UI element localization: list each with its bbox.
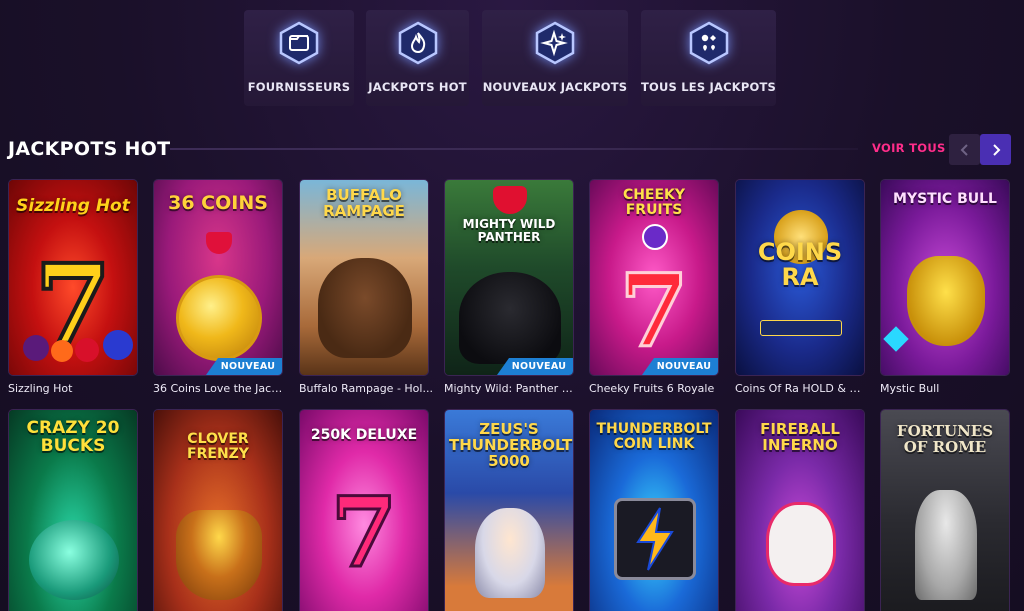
game-title: Mighty Wild: Panther G... bbox=[444, 382, 578, 395]
gold-pot-icon bbox=[176, 510, 262, 600]
game-logo: MIGHTY WILD PANTHER bbox=[462, 217, 556, 244]
game-title: Mystic Bull bbox=[880, 382, 940, 395]
card-suits-icon bbox=[686, 20, 732, 66]
category-hot-jackpots[interactable]: JACKPOTS HOT bbox=[366, 10, 469, 106]
cherry-icon bbox=[75, 338, 99, 362]
category-label: TOUS LES JACKPOTS bbox=[641, 80, 776, 94]
game-card-clover-frenzy[interactable]: CLOVER FRENZY bbox=[153, 409, 283, 611]
panther-figure bbox=[459, 272, 561, 364]
game-card-250k-deluxe[interactable]: 250K DELUXE 7 bbox=[299, 409, 429, 611]
game-logo: 250K DELUXE bbox=[310, 427, 418, 443]
carousel-next-button[interactable] bbox=[980, 134, 1011, 165]
game-card-thunderbolt-coin-link[interactable]: THUNDERBOLT COIN LINK bbox=[589, 409, 719, 611]
game-logo: MYSTIC BULL bbox=[893, 191, 997, 207]
section-divider bbox=[170, 148, 858, 150]
game-logo: FIREBALL INFERNO bbox=[760, 420, 840, 454]
game-logo: Sizzling Hot bbox=[16, 196, 130, 216]
game-card-cheeky-fruits[interactable]: CHEEKY FRUITS 7 NOUVEAU bbox=[589, 179, 719, 376]
category-nav: FOURNISSEURS JACKPOTS HOT NOUVEAUX JACKP… bbox=[0, 10, 1024, 106]
game-logo: CHEEKY FRUITS bbox=[622, 187, 686, 218]
seven-symbol: 7 bbox=[329, 475, 399, 591]
game-card-36-coins[interactable]: 36 COINS NOUVEAU bbox=[153, 179, 283, 376]
game-title: Sizzling Hot bbox=[8, 382, 73, 395]
golden-bull-figure bbox=[907, 256, 985, 346]
new-badge: NOUVEAU bbox=[206, 358, 282, 375]
gold-coin-icon bbox=[176, 275, 262, 361]
game-logo: THUNDERBOLT COIN LINK bbox=[596, 421, 712, 452]
category-providers[interactable]: FOURNISSEURS bbox=[244, 10, 354, 106]
game-card-mystic-bull[interactable]: MYSTIC BULL bbox=[880, 179, 1010, 376]
game-card-fortunes-of-rome[interactable]: FORTUNES OF ROME bbox=[880, 409, 1010, 611]
lightning-bolt-icon bbox=[636, 507, 674, 571]
orange-icon bbox=[51, 340, 73, 362]
game-card-buffalo-rampage[interactable]: BUFFALO RAMPAGE bbox=[299, 179, 429, 376]
game-logo: CLOVER FRENZY bbox=[187, 431, 249, 462]
game-card-sizzling-hot[interactable]: Sizzling Hot 7 bbox=[8, 179, 138, 376]
zeus-figure bbox=[475, 508, 545, 598]
game-logo: 36 COINS bbox=[168, 192, 268, 214]
game-card-zeus-thunderbolt[interactable]: ZEUS'S THUNDERBOLT 5000 bbox=[444, 409, 574, 611]
flame-icon bbox=[395, 20, 441, 66]
sugar-skull-figure bbox=[766, 502, 836, 586]
carousel-prev-button[interactable] bbox=[949, 134, 980, 165]
game-logo: ZEUS'S THUNDERBOLT 5000 bbox=[449, 420, 573, 470]
category-new-jackpots[interactable]: NOUVEAUX JACKPOTS bbox=[482, 10, 628, 106]
new-badge: NOUVEAU bbox=[642, 358, 718, 375]
section-title: JACKPOTS HOT bbox=[8, 138, 171, 160]
sparkle-icon bbox=[532, 20, 578, 66]
see-all-link[interactable]: VOIR TOUS bbox=[872, 141, 946, 155]
seven-symbol: 7 bbox=[618, 251, 691, 372]
game-card-coins-of-ra[interactable]: COINS RA bbox=[735, 179, 865, 376]
game-title: Coins Of Ra HOLD & WIN bbox=[735, 382, 869, 395]
hold-win-plate bbox=[760, 320, 842, 336]
glass-orb bbox=[29, 520, 119, 600]
chevron-right-icon bbox=[992, 143, 1000, 156]
category-label: JACKPOTS HOT bbox=[368, 80, 467, 94]
game-title: 36 Coins Love the Jack... bbox=[153, 382, 287, 395]
game-card-fireball-inferno[interactable]: FIREBALL INFERNO bbox=[735, 409, 865, 611]
new-badge: NOUVEAU bbox=[497, 358, 573, 375]
game-logo: FORTUNES OF ROME bbox=[896, 422, 994, 456]
game-logo: CRAZY 20 BUCKS bbox=[26, 418, 120, 456]
game-logo: BUFFALO RAMPAGE bbox=[323, 186, 405, 220]
six-badge-icon bbox=[642, 224, 668, 250]
category-all-jackpots[interactable]: TOUS LES JACKPOTS bbox=[641, 10, 776, 106]
grapes-icon bbox=[103, 330, 133, 360]
game-title: Buffalo Rampage - Hol... bbox=[299, 382, 433, 395]
game-logo: COINS RA bbox=[757, 238, 843, 292]
chevron-left-icon bbox=[960, 143, 968, 156]
game-card-mighty-wild-panther[interactable]: MIGHTY WILD PANTHER NOUVEAU bbox=[444, 179, 574, 376]
folder-icon bbox=[276, 20, 322, 66]
statue-figure bbox=[915, 490, 977, 600]
game-title: Cheeky Fruits 6 Royale bbox=[589, 382, 715, 395]
category-label: NOUVEAUX JACKPOTS bbox=[482, 80, 628, 94]
category-label: FOURNISSEURS bbox=[247, 80, 351, 94]
buffalo-figure bbox=[318, 258, 412, 358]
plum-icon bbox=[23, 335, 49, 361]
game-card-crazy-20-bucks[interactable]: CRAZY 20 BUCKS bbox=[8, 409, 138, 611]
